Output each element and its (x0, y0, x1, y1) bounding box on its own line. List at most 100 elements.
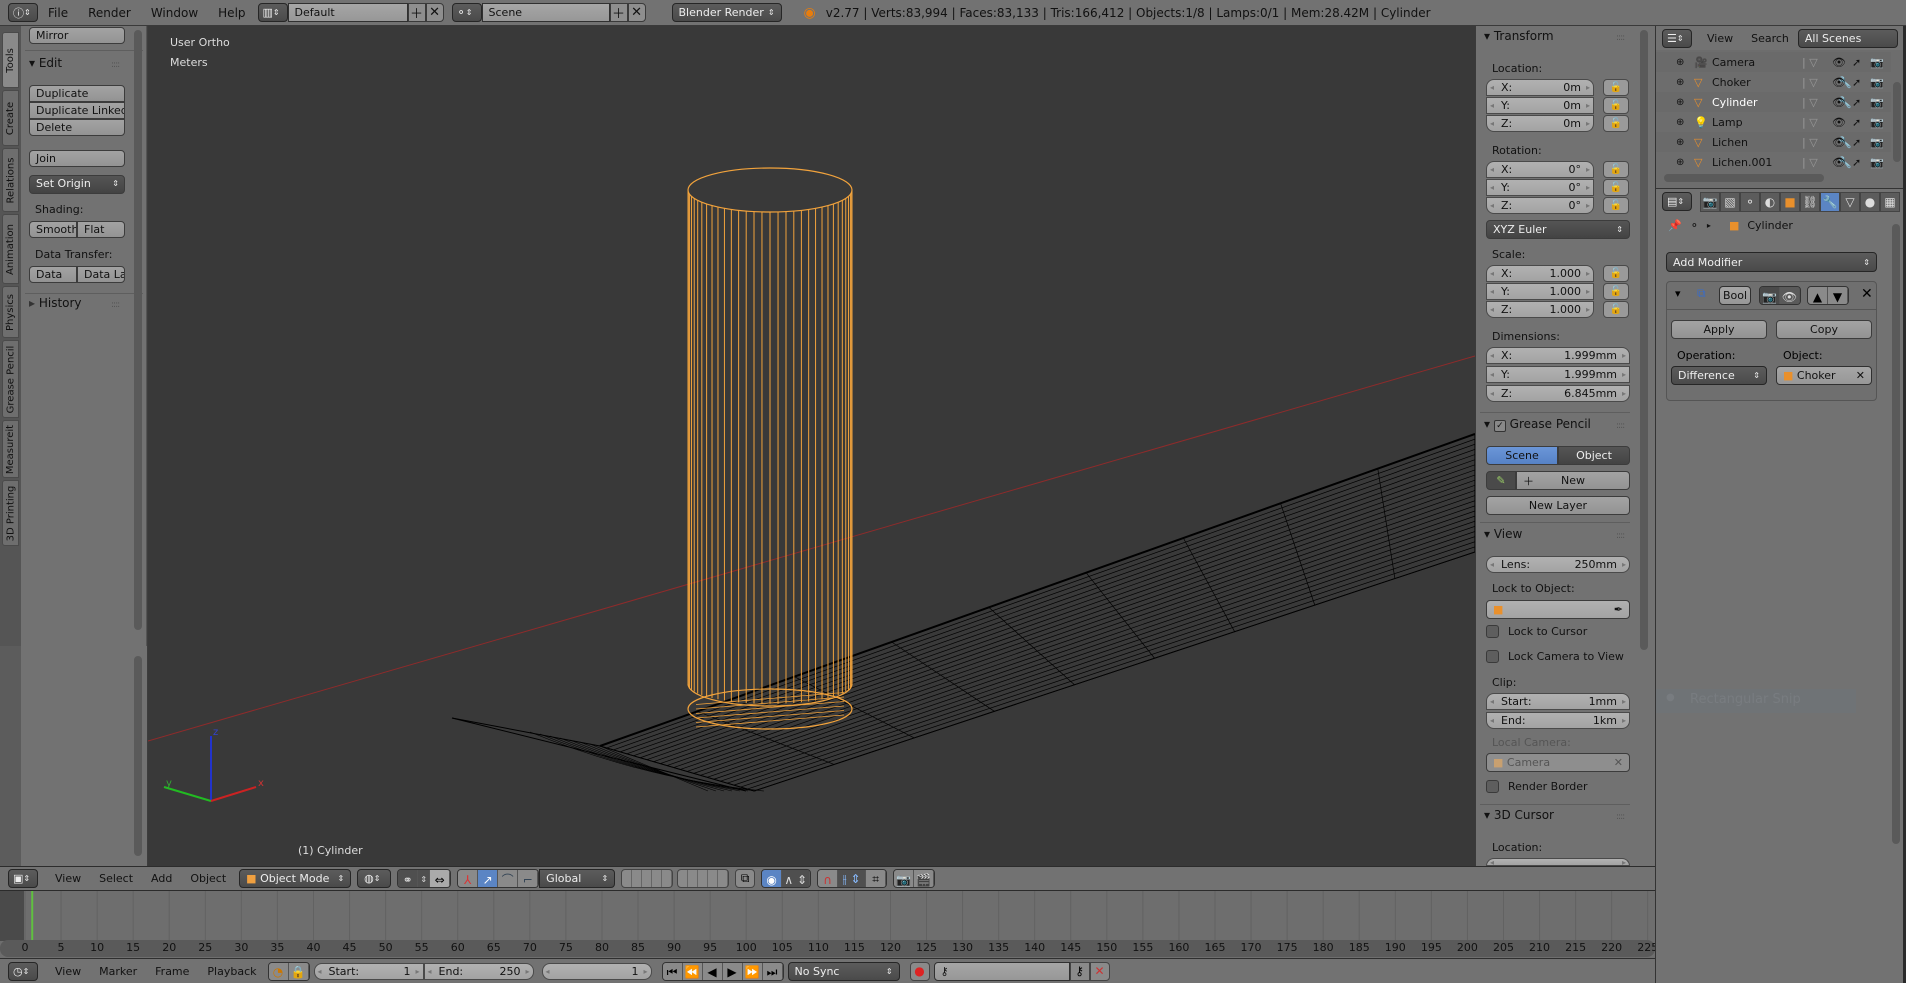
data-layers-button[interactable]: Data La (77, 266, 125, 283)
renderable-camera-icon[interactable]: 📷 (1870, 156, 1884, 169)
transform-panel-header[interactable]: ▾ Transform (1484, 29, 1554, 43)
menu-frame[interactable]: Frame (146, 965, 198, 978)
menu-window[interactable]: Window (141, 0, 208, 26)
editor-type-button[interactable]: ◷ ⇕ (8, 961, 38, 981)
outliner-item[interactable]: ⊕ ▽ Lichen | ▽ 🔧 👁 ➚ 📷 (1656, 132, 1891, 152)
world-tab-icon[interactable]: ◐ (1760, 192, 1780, 212)
tab-tools[interactable]: Tools (2, 32, 19, 88)
renderable-camera-icon[interactable]: 📷 (1870, 56, 1884, 69)
visibility-eye-icon[interactable]: 👁 (1832, 116, 1846, 129)
drag-grip-icon[interactable]: :::: (111, 60, 120, 70)
delete-screen-button[interactable]: ✕ (425, 3, 444, 22)
drag-grip-icon[interactable]: :::: (111, 300, 120, 310)
outliner-item-name[interactable]: Lichen (1712, 136, 1802, 149)
location-y-field[interactable]: Y:0m (1486, 97, 1594, 114)
menu-view[interactable]: View (1698, 32, 1742, 45)
outliner-item[interactable]: ⊕ 💡 Lamp | ▽ 👁 ➚ 📷 (1656, 112, 1891, 132)
object-tab-icon[interactable]: ■ (1780, 192, 1800, 212)
expand-icon[interactable]: ⊕ (1676, 157, 1690, 168)
updown-arrow-icon[interactable]: ⇕ (418, 870, 431, 887)
outliner-item-name[interactable]: Choker (1712, 76, 1802, 89)
lock-location-y-icon[interactable]: 🔓 (1603, 97, 1629, 114)
frame-ruler[interactable]: 0 5 10 15 20 25 30 35 40 45 50 55 60 65 70 75 80 85 90 95 10… (0, 940, 1655, 957)
outliner-item-name[interactable]: Lamp (1712, 116, 1802, 129)
menu-add[interactable]: Add (142, 872, 181, 885)
jump-end-icon[interactable]: ⏭ (762, 962, 783, 980)
drag-grip-icon[interactable]: :::: (1616, 421, 1625, 431)
smooth-button[interactable]: Smooth (29, 221, 77, 238)
move-up-icon[interactable]: ▲ (1808, 287, 1828, 304)
menu-view[interactable]: View (46, 872, 90, 885)
selectable-cursor-icon[interactable]: ➚ (1852, 96, 1861, 109)
expand-icon[interactable]: ⊕ (1676, 57, 1690, 68)
timeline[interactable]: 0 5 10 15 20 25 30 35 40 45 50 55 60 65 70 75 80 85 90 95 10… (0, 890, 1655, 958)
render-layers-tab-icon[interactable]: ▧ (1720, 192, 1740, 212)
add-modifier-select[interactable]: Add Modifier ⇕ (1666, 252, 1877, 272)
scale-z-field[interactable]: Z:1.000 (1486, 301, 1594, 318)
opengl-animation-icon[interactable]: 🎬 (914, 870, 935, 887)
lock-range-icon[interactable]: 🔒 (288, 962, 309, 980)
menu-search[interactable]: Search (1742, 32, 1798, 45)
delete-button[interactable]: Delete (29, 119, 125, 136)
render-border-checkbox[interactable] (1486, 780, 1499, 793)
grease-pencil-checkbox[interactable]: ✓ (1493, 420, 1506, 432)
scene-browse-button[interactable]: ⚬ ⇕ (451, 3, 482, 22)
expand-icon[interactable]: ⊕ (1676, 97, 1690, 108)
join-button[interactable]: Join (29, 150, 125, 167)
cursor-x-field[interactable] (1486, 858, 1630, 867)
lock-location-z-icon[interactable]: 🔓 (1603, 115, 1629, 132)
menu-playback[interactable]: Playback (198, 965, 265, 978)
outliner-item[interactable]: ⊕ ▽ Cylinder | ▽ 🔧 👁 ➚ 📷 (1656, 92, 1891, 112)
menu-help[interactable]: Help (208, 0, 255, 26)
screen-layout-browse-button[interactable]: ▥ ⇕ (257, 3, 288, 22)
copy-button[interactable]: Copy (1776, 320, 1872, 339)
proportional-edit-icon[interactable]: ◉ (762, 870, 783, 887)
npanel-scrollbar[interactable] (1640, 30, 1648, 650)
rotate-icon[interactable]: ⌒ (498, 870, 519, 887)
scale-x-field[interactable]: X:1.000 (1486, 265, 1594, 282)
play-reverse-icon[interactable]: ◀ (702, 962, 723, 980)
clear-icon[interactable]: ✕ (1614, 756, 1623, 769)
delete-keyframe-icon[interactable]: ✕ (1089, 961, 1110, 981)
apply-button[interactable]: Apply (1671, 320, 1767, 339)
manipulate-centers-icon[interactable]: ⇔ (430, 870, 451, 887)
lock-to-object-field[interactable]: ■ ✒ (1486, 600, 1630, 619)
history-panel-header[interactable]: ▸ History (29, 296, 82, 310)
selectable-cursor-icon[interactable]: ➚ (1852, 136, 1861, 149)
mode-select[interactable]: ■ Object Mode ⇕ (239, 869, 352, 888)
selectable-cursor-icon[interactable]: ➚ (1852, 56, 1861, 69)
lock-scale-x-icon[interactable]: 🔓 (1603, 265, 1629, 282)
location-z-field[interactable]: Z:0m (1486, 115, 1594, 132)
snap-element-icon[interactable]: ⫲ ⇕ (838, 870, 867, 887)
lock-scale-y-icon[interactable]: 🔓 (1603, 283, 1629, 300)
tool-shelf-scrollbar[interactable] (134, 30, 142, 630)
texture-tab-icon[interactable]: ▦ (1880, 192, 1900, 212)
preview-range-icon[interactable]: ◔ (268, 962, 289, 980)
set-origin-menu[interactable]: Set Origin ⇕ (29, 175, 125, 194)
tab-create[interactable]: Create (2, 90, 19, 146)
new-grease-pencil-button[interactable]: ＋ New (1516, 471, 1630, 490)
outliner-item[interactable]: ⊕ ▽ Lichen.001 | ▽ 🔧 👁 ➚ 📷 (1656, 152, 1891, 172)
play-icon[interactable]: ▶ (722, 962, 743, 980)
selectable-cursor-icon[interactable]: ➚ (1852, 156, 1861, 169)
sync-mode-select[interactable]: No Sync ⇕ (787, 961, 900, 981)
menu-view[interactable]: View (46, 965, 90, 978)
rotation-mode-select[interactable]: XYZ Euler ⇕ (1486, 220, 1630, 239)
lock-rotation-x-icon[interactable]: 🔓 (1603, 161, 1629, 178)
renderable-camera-icon[interactable]: 📷 (1870, 76, 1884, 89)
selectable-cursor-icon[interactable]: ➚ (1852, 76, 1861, 89)
tab-relations[interactable]: Relations (2, 148, 19, 212)
renderable-camera-icon[interactable]: 📷 (1870, 136, 1884, 149)
tab-animation[interactable]: Animation (2, 214, 19, 284)
3d-viewport[interactable]: z y x User Ortho Meters (1) Cylinder (148, 26, 1475, 866)
outliner-item-name[interactable]: Lichen.001 (1712, 156, 1802, 169)
flat-button[interactable]: Flat (77, 221, 125, 238)
outliner-item-name[interactable]: Camera (1712, 56, 1802, 69)
mirror-button[interactable]: Mirror (29, 27, 125, 44)
menu-select[interactable]: Select (90, 872, 142, 885)
modifiers-tab-icon[interactable]: 🔧 (1820, 192, 1840, 212)
tab-measureit[interactable]: Measureit (2, 420, 19, 478)
selectable-cursor-icon[interactable]: ➚ (1852, 116, 1861, 129)
collapse-triangle-icon[interactable]: ▾ (1675, 287, 1681, 300)
duplicate-button[interactable]: Duplicate (29, 85, 125, 102)
